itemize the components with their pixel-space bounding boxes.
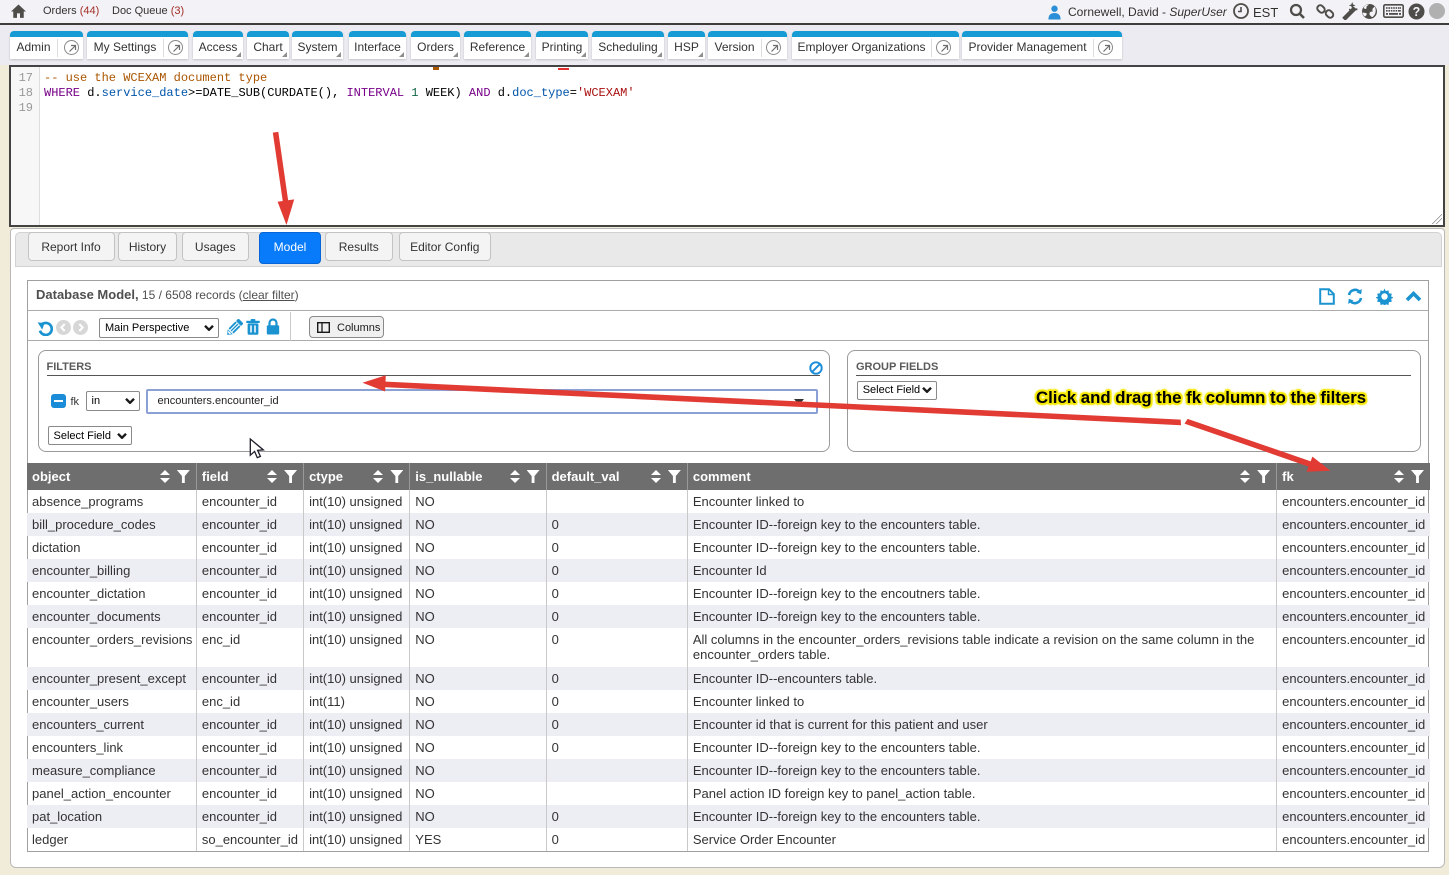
svg-text:?: ? — [1413, 5, 1421, 19]
